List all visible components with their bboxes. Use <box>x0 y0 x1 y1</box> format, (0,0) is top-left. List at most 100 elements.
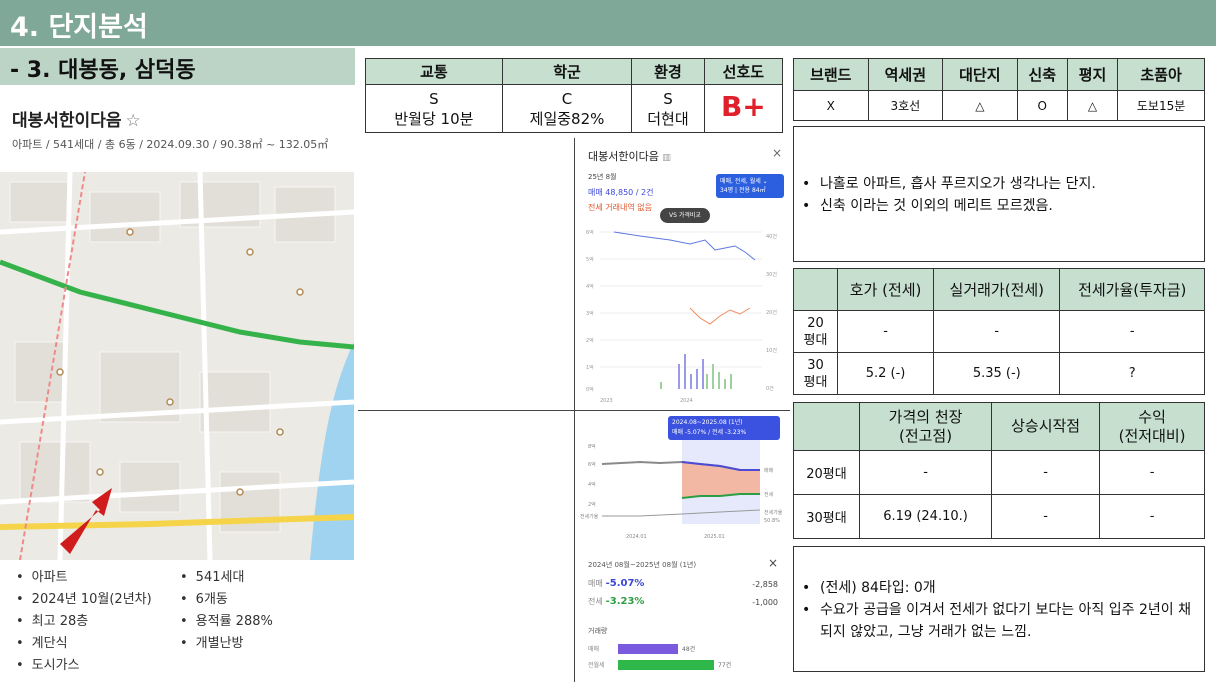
grade-cell-school: C 제일중82% <box>501 84 633 133</box>
divider-horizontal <box>358 410 790 411</box>
price-row-label-30: 30 평대 <box>793 352 838 395</box>
trend-y-tick: 4억 <box>588 481 596 488</box>
compare-button[interactable]: VS 가격비교 <box>660 208 710 223</box>
filter-dropdown[interactable]: 매매, 전세, 월세 ⌄ 34평 | 전용 84㎡ <box>716 174 784 198</box>
summary-jeonse-row: 전세 -3.23% <box>588 596 644 607</box>
trend-y-tick: 전세가율 <box>580 513 599 520</box>
fact-buildings: 6개동 <box>180 588 228 607</box>
volume-sale-label: 매매 <box>588 646 600 653</box>
area-label: 34평 | 전용 84㎡ <box>720 187 766 194</box>
grade-cell-transport: S 반월당 10분 <box>365 84 503 133</box>
summary-jeonse-amt: -1,000 <box>752 598 778 607</box>
fact-structure: 계단식 <box>16 632 68 651</box>
map-icon[interactable]: ▥ <box>662 153 671 163</box>
note-box-2: (전세) 84타입: 0개 수요가 공급을 이겨서 전세가 없다기 보다는 아직… <box>793 546 1205 672</box>
range-tooltip: 2024.08~2025.08 (1년) 매매 -5.07% / 전세 -3.2… <box>668 416 780 440</box>
grade-transport: S <box>429 89 439 108</box>
chart-card-title: 대봉서한이다음 ▥ <box>588 148 671 164</box>
note2-line-1: (전세) 84타입: 0개 <box>794 577 1192 599</box>
trend-right-label: 매매 <box>764 467 774 474</box>
chart-jeonse: 전세 거래내역 없음 <box>588 203 652 212</box>
grade-preference: B+ <box>720 89 766 123</box>
star-icon[interactable]: ☆ <box>125 111 140 131</box>
chart-period: 25년 8월 <box>588 173 617 181</box>
grade-school: C <box>561 89 573 108</box>
trend-right-label: 전세 <box>764 491 774 498</box>
peak-cell: - <box>991 450 1101 495</box>
trend-right-label: 전세가율 <box>764 509 783 516</box>
station-value: 3호선 <box>867 90 944 121</box>
peak-row-label-30: 30평대 <box>793 494 860 539</box>
brand-header-large: 대단지 <box>942 58 1018 91</box>
price-cell: 5.35 (-) <box>933 352 1061 395</box>
peak-cell: 6.19 (24.10.) <box>858 494 993 539</box>
fact-floors: 최고 28층 <box>16 610 89 629</box>
y-right-tick: 30건 <box>766 271 777 278</box>
y-right-tick: 10건 <box>766 347 777 354</box>
brand-table: 브랜드 역세권 대단지 신축 평지 초품아 X 3호선 △ O △ 도보15분 <box>793 58 1205 121</box>
note2-line-2: 수요가 공급을 이겨서 전세가 없다기 보다는 아직 입주 2년이 채 되지 않… <box>794 599 1192 643</box>
peak-row-label-20: 20평대 <box>793 450 860 495</box>
price-table: 호가 (전세) 실거래가(전세) 전세가율(투자금) 20 평대 - - - 3… <box>793 268 1205 395</box>
close-icon[interactable]: × <box>768 556 778 570</box>
peak-header-empty <box>793 402 860 451</box>
range-title: 2024.08~2025.08 (1년) <box>672 419 743 426</box>
large-value: △ <box>942 90 1018 121</box>
trend-y-tick: 8억 <box>588 443 596 450</box>
chevron-down-icon: ⌄ <box>762 178 768 185</box>
page-title: 4. 단지분석 <box>10 12 148 43</box>
volume-jeonse-label: 전월세 <box>588 662 605 669</box>
y-left-tick: 0억 <box>586 386 594 393</box>
grade-environment-detail: 더현대 <box>647 109 689 128</box>
summary-sale-pct: -5.07% <box>605 578 645 589</box>
peak-cell: - <box>991 494 1101 539</box>
peak-cell: - <box>858 450 993 495</box>
y-left-tick: 4억 <box>586 283 594 290</box>
price-header-ask: 호가 (전세) <box>836 268 935 311</box>
price-header-empty <box>793 268 838 311</box>
note-box-1: 나홀로 아파트, 흡사 푸르지오가 생각나는 단지. 신축 이라는 것 이외의 … <box>793 126 1205 262</box>
summary-card: 2024년 08월~2025년 08월 (1년) × 매매 -5.07% -2,… <box>580 552 786 680</box>
price-cell: - <box>1059 310 1205 353</box>
brand-value: X <box>793 90 869 121</box>
summary-jeonse-label: 전세 <box>588 597 603 606</box>
grade-table: 교통 학군 환경 선호도 S 반월당 10분 C 제일중82% S 더현대 B+ <box>365 58 784 133</box>
grade-header-environment: 환경 <box>631 58 705 85</box>
y-right-tick: 0건 <box>766 385 774 392</box>
grade-environment: S <box>663 89 673 108</box>
price-cell: - <box>836 310 935 353</box>
school-value: 도보15분 <box>1117 90 1205 121</box>
brand-header-brand: 브랜드 <box>793 58 869 91</box>
peak-header-profit: 수익 (전저대비) <box>1099 402 1205 451</box>
price-cell: ? <box>1059 352 1205 395</box>
summary-sale-label: 매매 <box>588 579 603 588</box>
note1-line-1: 나홀로 아파트, 흡사 푸르지오가 생각나는 단지. <box>794 173 1204 195</box>
trend-y-tick: 2억 <box>588 501 596 508</box>
y-right-tick: 40건 <box>766 233 777 240</box>
map[interactable] <box>0 172 354 560</box>
y-right-tick: 20건 <box>766 309 777 316</box>
y-left-tick: 2억 <box>586 337 594 344</box>
close-icon[interactable]: × <box>772 146 782 160</box>
range-values: 매매 -5.07% / 전세 -3.23% <box>672 429 747 436</box>
volume-sale-bar <box>618 644 678 654</box>
volume-jeonse-count: 77건 <box>718 662 732 669</box>
complex-name: 대봉서한이다음 ☆ <box>12 106 141 131</box>
filter-label: 매매, 전세, 월세 <box>720 178 761 185</box>
grade-school-detail: 제일중82% <box>529 109 605 128</box>
y-left-tick: 1억 <box>586 364 594 371</box>
new-value: O <box>1016 90 1068 121</box>
grade-cell-preference: B+ <box>703 84 784 133</box>
y-left-tick: 5억 <box>586 256 594 263</box>
summary-sale-amt: -2,858 <box>752 580 778 589</box>
peak-cell: - <box>1099 450 1205 495</box>
grade-header-school: 학군 <box>501 58 633 85</box>
complex-name-text: 대봉서한이다음 <box>12 111 122 131</box>
complex-info: 아파트 / 541세대 / 총 6동 / 2024.09.30 / 90.38㎡… <box>12 138 329 151</box>
price-chart-card: 대봉서한이다음 ▥ × 25년 8월 매매 48,850 / 2건 전세 거래내… <box>580 140 786 408</box>
brand-header-flat: 평지 <box>1066 58 1119 91</box>
note1-line-2: 신축 이라는 것 이외의 메리트 모르겠음. <box>794 195 1204 217</box>
chart-card-title-text: 대봉서한이다음 <box>588 150 659 163</box>
price-cell: - <box>933 310 1061 353</box>
brand-header-new: 신축 <box>1016 58 1068 91</box>
